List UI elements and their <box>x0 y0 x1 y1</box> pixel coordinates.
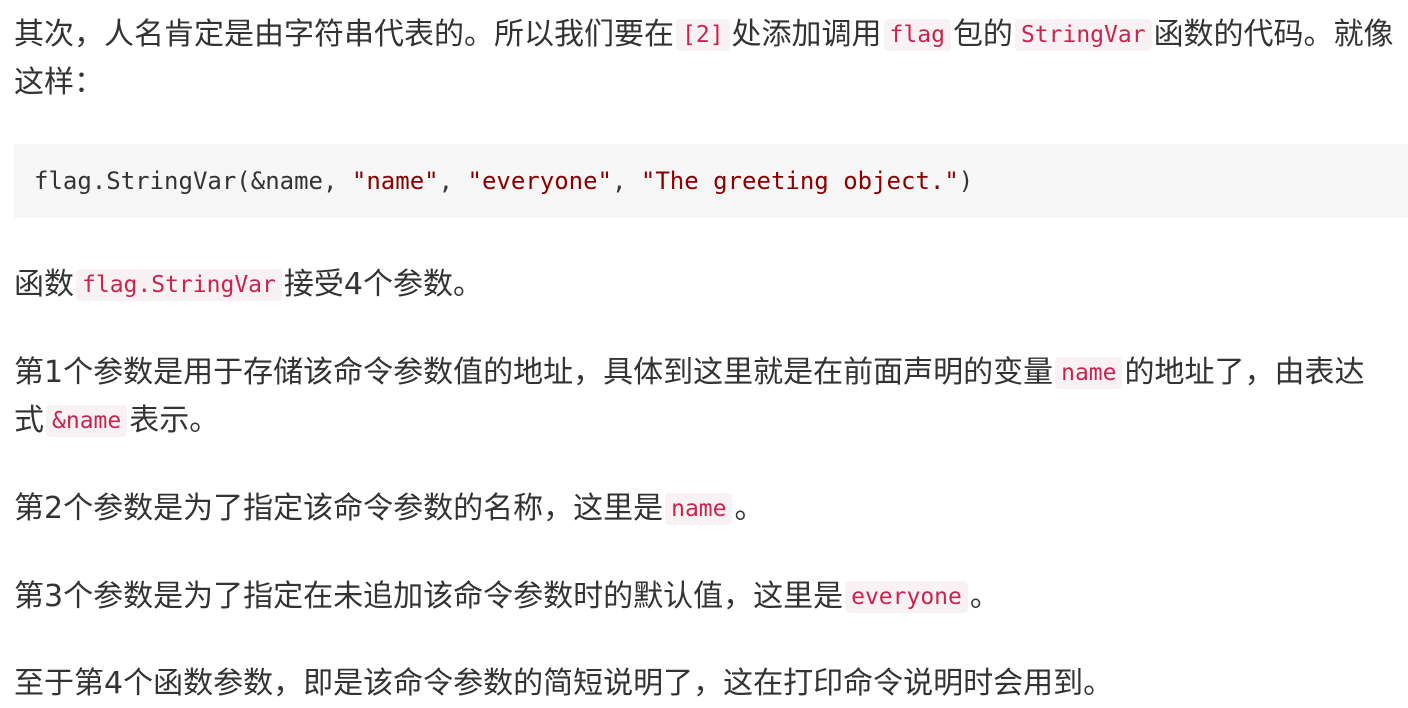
code-token: , <box>438 167 468 195</box>
paragraph-arg-1: 第1个参数是用于存储该命令参数值的地址，具体到这里就是在前面声明的变量 name 的… <box>14 349 1394 445</box>
inline-code-variable: name <box>1055 357 1123 389</box>
paragraph-arg-4: 至于第4个函数参数，即是该命令参数的简短说明了，这在打印命令说明时会用到。 <box>14 660 1394 708</box>
code-token: , <box>612 167 641 195</box>
inline-code-function: flag.StringVar <box>76 269 282 301</box>
paragraph-args-count: 函数 flag.StringVar 接受4个参数。 <box>14 261 1394 309</box>
inline-code-package: flag <box>883 19 951 51</box>
text: 第1个参数是用于存储该命令参数值的地址，具体到这里就是在前面声明的变量 <box>14 355 1054 390</box>
code-token: ) <box>958 167 974 195</box>
code-string: "name" <box>351 167 439 195</box>
text: 至于第4个函数参数，即是该命令参数的简短说明了，这在打印命令说明时会用到。 <box>14 666 1114 701</box>
text: 第3个参数是为了指定在未追加该命令参数时的默认值，这里是 <box>14 579 844 614</box>
text: 其次，人名肯定是由字符串代表的。所以我们要在 <box>14 17 674 52</box>
text: 第2个参数是为了指定该命令参数的名称，这里是 <box>14 491 664 526</box>
inline-code-marker: [2] <box>676 19 730 51</box>
code-block: flag.StringVar(&name, "name", "everyone"… <box>14 144 1408 218</box>
code-string: "The greeting object." <box>640 167 959 195</box>
text: 接受4个参数。 <box>283 267 483 302</box>
text: 函数 <box>14 267 74 302</box>
paragraph-arg-3: 第3个参数是为了指定在未追加该命令参数时的默认值，这里是 everyone。 <box>14 573 1394 621</box>
code-token: flag.StringVar(&name, <box>34 167 352 195</box>
paragraph-intro: 其次，人名肯定是由字符串代表的。所以我们要在 [2] 处添加调用 flag 包的 Stri… <box>14 11 1394 107</box>
inline-code-function: StringVar <box>1014 19 1152 51</box>
inline-code-expression: &name <box>46 405 128 437</box>
text: 表示。 <box>129 403 220 438</box>
text: 。 <box>734 491 765 526</box>
text: 。 <box>969 579 1000 614</box>
inline-code-name: name <box>665 493 733 525</box>
paragraph-arg-2: 第2个参数是为了指定该命令参数的名称，这里是 name。 <box>14 485 1394 533</box>
code-string: "everyone" <box>467 167 613 195</box>
inline-code-default: everyone <box>845 581 968 613</box>
text: 包的 <box>952 17 1013 52</box>
text: 处添加调用 <box>731 17 882 52</box>
